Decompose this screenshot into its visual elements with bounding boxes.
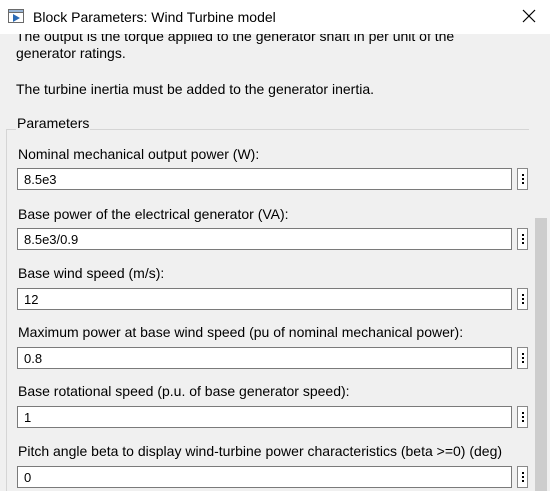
close-icon[interactable] [518, 5, 540, 27]
base-rotational-speed-label: Base rotational speed (p.u. of base gene… [18, 383, 350, 399]
nominal-power-options-button[interactable] [517, 168, 528, 190]
pitch-angle-input[interactable]: 0 [17, 466, 512, 488]
pitch-angle-options-button[interactable] [517, 466, 528, 488]
base-power-options-button[interactable] [517, 228, 528, 250]
nominal-power-label: Nominal mechanical output power (W): [18, 146, 260, 162]
scrollbar-thumb[interactable] [535, 218, 547, 491]
base-rotational-speed-options-button[interactable] [517, 406, 528, 428]
max-power-label: Maximum power at base wind speed (pu of … [18, 324, 464, 340]
pitch-angle-label: Pitch angle beta to display wind-turbine… [18, 443, 503, 459]
base-power-input[interactable]: 8.5e3/0.9 [17, 228, 512, 250]
simulink-block-icon [8, 9, 24, 23]
max-power-input[interactable]: 0.8 [17, 347, 512, 369]
window-title: Block Parameters: Wind Turbine model [33, 9, 276, 25]
base-wind-speed-options-button[interactable] [517, 288, 528, 310]
block-parameters-dialog: Block Parameters: Wind Turbine model The… [0, 0, 550, 491]
description-line-3: The turbine inertia must be added to the… [16, 81, 374, 97]
title-bar: Block Parameters: Wind Turbine model [0, 0, 550, 34]
description-line-2: generator ratings. [16, 45, 126, 61]
max-power-options-button[interactable] [517, 347, 528, 369]
base-wind-speed-label: Base wind speed (m/s): [18, 265, 165, 281]
base-wind-speed-input[interactable]: 12 [17, 288, 512, 310]
nominal-power-input[interactable]: 8.5e3 [17, 168, 512, 190]
description-line-1: The output is the torque applied to the … [16, 34, 455, 44]
parameters-group-label: Parameters [16, 115, 91, 131]
base-power-label: Base power of the electrical generator (… [18, 206, 289, 222]
dialog-content: The output is the torque applied to the … [0, 34, 531, 491]
base-rotational-speed-input[interactable]: 1 [17, 406, 512, 428]
